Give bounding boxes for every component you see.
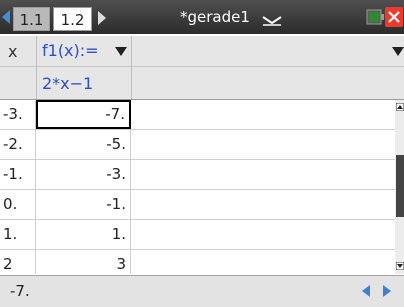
selected-function-cell[interactable]: -7. [36, 100, 131, 129]
x-cell[interactable]: 2 [0, 250, 36, 274]
x-cell[interactable]: 1. [0, 220, 36, 249]
x-cell[interactable]: 0. [0, 190, 36, 219]
column-dropdown-icon[interactable] [392, 47, 404, 56]
scroll-thumb[interactable] [396, 155, 404, 217]
tab-page-1-1[interactable]: 1.1 [13, 7, 50, 31]
x-cell[interactable]: -3. [0, 100, 36, 129]
table-row: 0. -1. [0, 190, 395, 220]
previous-page-icon[interactable] [2, 10, 10, 24]
title-bar: 1.1 1.2 *gerade1 [0, 0, 404, 34]
formula-row: 2*x−1 [0, 67, 404, 100]
table-row: -1. -3. [0, 160, 395, 190]
entry-line: -7. [0, 275, 404, 307]
battery-icon [366, 9, 384, 25]
function-cell[interactable]: -3. [36, 160, 131, 189]
function-column-header[interactable]: f1(x):= [42, 41, 99, 60]
document-title[interactable]: *gerade1 [180, 7, 250, 27]
table-row: -2. -5. [0, 130, 395, 160]
arrow-left-icon[interactable] [362, 285, 370, 297]
x-cell[interactable]: -2. [0, 130, 36, 159]
function-cell[interactable]: 3 [36, 250, 131, 274]
table-row: -3. -7. [0, 100, 395, 130]
header-divider [131, 36, 132, 99]
header-divider [36, 36, 37, 99]
tab-page-1-2[interactable]: 1.2 [53, 7, 92, 31]
function-cell[interactable]: -5. [36, 130, 131, 159]
x-column-header[interactable]: x [8, 42, 17, 61]
table-row: 1. 1. [0, 220, 395, 250]
scroll-up-icon[interactable] [396, 103, 404, 111]
next-page-icon[interactable] [98, 11, 106, 25]
chevron-down-icon[interactable] [261, 14, 283, 26]
scroll-down-icon[interactable] [396, 262, 404, 270]
value-table: -3. -7. -2. -5. -1. -3. 0. -1. 1. 1. 2 3 [0, 100, 395, 274]
arrow-right-icon[interactable] [383, 285, 391, 297]
table-row: 2 3 [0, 250, 395, 274]
function-dropdown-icon[interactable] [115, 47, 127, 56]
entry-line-value[interactable]: -7. [10, 282, 30, 300]
function-cell[interactable]: 1. [36, 220, 131, 249]
close-icon[interactable] [385, 7, 403, 27]
function-cell[interactable]: -1. [36, 190, 131, 219]
function-expression[interactable]: 2*x−1 [42, 74, 93, 93]
x-cell[interactable]: -1. [0, 160, 36, 189]
column-header-row: x f1(x):= [0, 36, 404, 67]
